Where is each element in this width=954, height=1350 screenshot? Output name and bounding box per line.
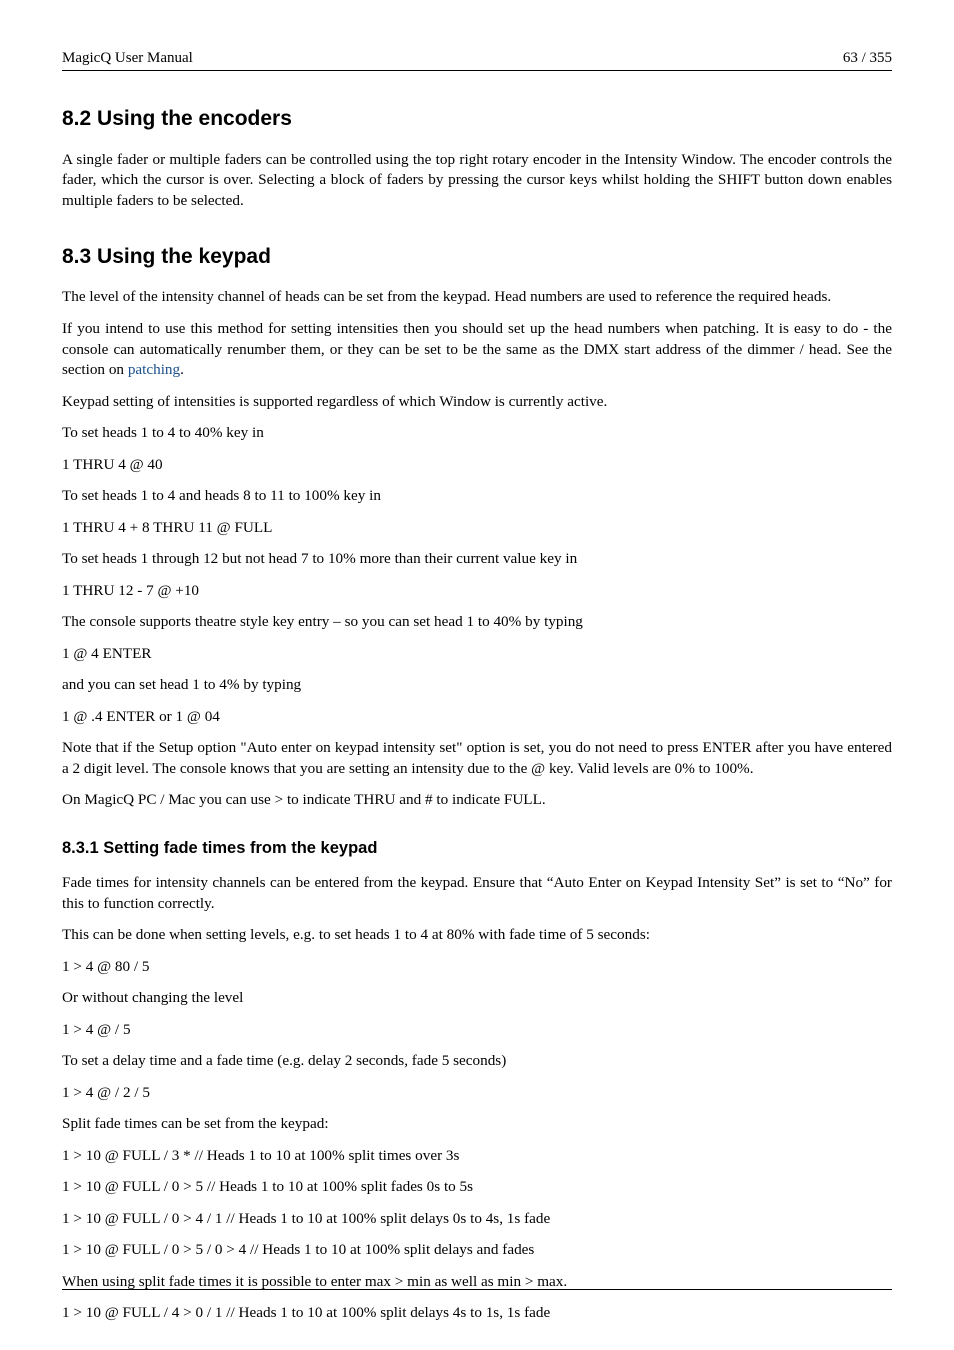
body-text: Split fade times can be set from the key…: [62, 1114, 892, 1135]
heading-8-3: 8.3 Using the keypad: [62, 243, 892, 271]
body-text: If you intend to use this method for set…: [62, 319, 892, 381]
body-text: and you can set head 1 to 4% by typing: [62, 675, 892, 696]
body-text: 1 > 4 @ / 2 / 5: [62, 1083, 892, 1104]
body-text: Or without changing the level: [62, 988, 892, 1009]
body-text: 1 > 4 @ 80 / 5: [62, 957, 892, 978]
body-text: Fade times for intensity channels can be…: [62, 873, 892, 914]
body-text: 1 > 10 @ FULL / 0 > 5 / 0 > 4 // Heads 1…: [62, 1240, 892, 1261]
body-text: 1 > 10 @ FULL / 0 > 5 // Heads 1 to 10 a…: [62, 1177, 892, 1198]
body-text: This can be done when setting levels, e.…: [62, 925, 892, 946]
body-text: To set heads 1 through 12 but not head 7…: [62, 549, 892, 570]
body-text-span: If you intend to use this method for set…: [62, 320, 892, 378]
body-text: To set heads 1 to 4 to 40% key in: [62, 423, 892, 444]
footer-rule: [62, 1289, 892, 1290]
body-text: 1 THRU 4 + 8 THRU 11 @ FULL: [62, 518, 892, 539]
body-text: Note that if the Setup option "Auto ente…: [62, 738, 892, 779]
body-text: Keypad setting of intensities is support…: [62, 392, 892, 413]
page: MagicQ User Manual 63 / 355 8.2 Using th…: [0, 0, 954, 1350]
body-text: 1 > 10 @ FULL / 4 > 0 / 1 // Heads 1 to …: [62, 1303, 892, 1324]
body-text-span: .: [180, 361, 184, 378]
body-text: To set a delay time and a fade time (e.g…: [62, 1051, 892, 1072]
header-title: MagicQ User Manual: [62, 48, 193, 68]
link-patching[interactable]: patching: [128, 361, 180, 378]
header-rule: [62, 70, 892, 71]
heading-8-2: 8.2 Using the encoders: [62, 105, 892, 133]
body-text: 1 > 4 @ / 5: [62, 1020, 892, 1041]
header-page-number: 63 / 355: [843, 48, 892, 68]
heading-8-3-1: 8.3.1 Setting fade times from the keypad: [62, 837, 892, 859]
body-text: 1 THRU 4 @ 40: [62, 455, 892, 476]
body-text: The console supports theatre style key e…: [62, 612, 892, 633]
body-text: On MagicQ PC / Mac you can use > to indi…: [62, 790, 892, 811]
body-text: The level of the intensity channel of he…: [62, 287, 892, 308]
body-text: 1 > 10 @ FULL / 3 * // Heads 1 to 10 at …: [62, 1146, 892, 1167]
page-header: MagicQ User Manual 63 / 355: [62, 48, 892, 70]
body-text: 1 @ 4 ENTER: [62, 644, 892, 665]
body-text: 1 > 10 @ FULL / 0 > 4 / 1 // Heads 1 to …: [62, 1209, 892, 1230]
body-text: 1 @ .4 ENTER or 1 @ 04: [62, 707, 892, 728]
body-text: To set heads 1 to 4 and heads 8 to 11 to…: [62, 486, 892, 507]
body-text: A single fader or multiple faders can be…: [62, 150, 892, 212]
body-text: 1 THRU 12 - 7 @ +10: [62, 581, 892, 602]
